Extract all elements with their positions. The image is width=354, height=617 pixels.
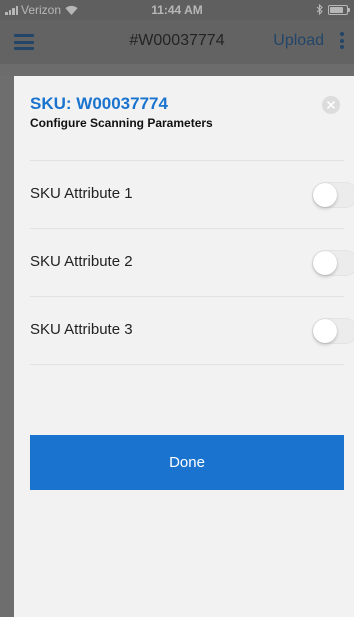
status-right xyxy=(316,4,350,15)
configure-scanning-modal: SKU: W00037774 Configure Scanning Parame… xyxy=(14,76,354,617)
upload-button[interactable]: Upload xyxy=(273,32,324,50)
attribute-row-1: SKU Attribute 1 xyxy=(30,161,354,229)
modal-subtitle: Configure Scanning Parameters xyxy=(30,116,213,130)
attribute-1-toggle[interactable] xyxy=(312,182,354,208)
overlay-backdrop[interactable] xyxy=(0,64,354,76)
attribute-label: SKU Attribute 1 xyxy=(30,185,133,202)
battery-icon xyxy=(328,4,350,15)
attribute-label: SKU Attribute 3 xyxy=(30,321,133,338)
status-time: 11:44 AM xyxy=(151,3,203,17)
modal-title: SKU: W00037774 xyxy=(30,94,168,113)
nav-bar: #W00037774 Upload xyxy=(0,20,354,64)
attribute-3-toggle[interactable] xyxy=(312,318,354,344)
close-button[interactable] xyxy=(322,96,340,114)
modal-header: SKU: W00037774 Configure Scanning Parame… xyxy=(30,94,213,130)
attribute-2-toggle[interactable] xyxy=(312,250,354,276)
status-bar: Verizon 11:44 AM xyxy=(0,0,354,20)
attribute-row-3: SKU Attribute 3 xyxy=(30,297,354,365)
attribute-row-2: SKU Attribute 2 xyxy=(30,229,354,297)
done-button[interactable]: Done xyxy=(30,435,344,490)
bluetooth-icon xyxy=(316,4,323,15)
more-vertical-icon[interactable] xyxy=(340,32,344,50)
attribute-label: SKU Attribute 2 xyxy=(30,253,133,270)
attribute-list: SKU Attribute 1 SKU Attribute 2 SKU Attr… xyxy=(30,160,354,365)
close-icon xyxy=(327,101,335,109)
